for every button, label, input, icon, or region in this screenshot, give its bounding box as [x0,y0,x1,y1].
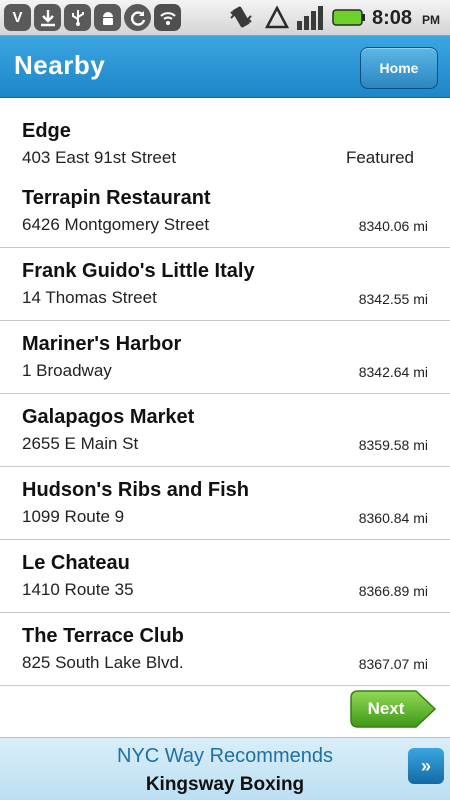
place-name: Terrapin Restaurant [22,187,211,209]
place-distance: 8359.58 mi [358,437,428,453]
place-name: Galapagos Market [22,406,195,428]
place-address: 14 Thomas Street [22,288,157,307]
place-distance: 8367.07 mi [358,656,428,672]
place-address: 1 Broadway [22,361,112,380]
usb-icon [64,4,91,31]
list-item[interactable]: Edge 403 East 91st Street Featured [0,108,450,175]
android-icon [94,4,121,31]
page-title: Nearby [14,50,106,80]
place-name: Mariner's Harbor [22,333,182,355]
app-header: Nearby Home [0,36,450,98]
status-bar: V 8:08 PM [0,0,450,36]
place-address: 1410 Route 35 [22,580,134,599]
status-ampm: PM [422,13,440,27]
place-name: Edge [22,120,71,142]
place-distance: 8340.06 mi [358,218,428,234]
next-label: Next [367,699,405,718]
place-name: Frank Guido's Little Italy [22,260,255,282]
place-address: 1099 Route 9 [22,507,125,526]
places-list: Edge 403 East 91st Street Featured Terra… [0,108,450,686]
list-item[interactable]: Hudson's Ribs and Fish 1099 Route 9 8360… [0,467,450,540]
list-item[interactable]: Mariner's Harbor 1 Broadway 8342.64 mi [0,321,450,394]
home-button[interactable]: Home [360,47,438,89]
v-app-icon: V [4,4,31,31]
place-address: 2655 E Main St [22,434,139,453]
battery-icon [332,4,366,31]
status-time: 8:08 [371,7,412,29]
place-name: The Terrace Club [22,625,184,647]
place-distance: 8366.89 mi [358,583,428,599]
vibrate-icon [228,4,254,31]
ad-headline: NYC Way Recommends [117,745,333,767]
no-signal-icon [264,4,290,31]
signal-bars-icon [296,4,324,31]
place-address: 6426 Montgomery Street [22,215,210,234]
place-distance: 8342.55 mi [358,291,428,307]
double-chevron-icon[interactable]: » [408,748,444,784]
ad-banner[interactable]: NYC Way Recommends Kingsway Boxing » [0,737,450,800]
list-item[interactable]: The Terrace Club 825 South Lake Blvd. 83… [0,613,450,686]
place-distance: 8342.64 mi [358,364,428,380]
place-address: 403 East 91st Street [22,148,177,167]
place-name: Hudson's Ribs and Fish [22,479,249,501]
list-item[interactable]: Terrapin Restaurant 6426 Montgomery Stre… [0,175,450,248]
next-button[interactable]: Next [350,690,436,728]
download-icon [34,4,61,31]
featured-label: Featured [345,148,414,167]
list-item[interactable]: Galapagos Market 2655 E Main St 8359.58 … [0,394,450,467]
ad-subtitle: Kingsway Boxing [145,774,305,795]
list-item[interactable]: Le Chateau 1410 Route 35 8366.89 mi [0,540,450,613]
place-address: 825 South Lake Blvd. [22,653,184,672]
wifi-icon [154,4,181,31]
sync-icon [124,4,151,31]
place-name: Le Chateau [22,552,130,574]
place-distance: 8360.84 mi [358,510,428,526]
list-item[interactable]: Frank Guido's Little Italy 14 Thomas Str… [0,248,450,321]
